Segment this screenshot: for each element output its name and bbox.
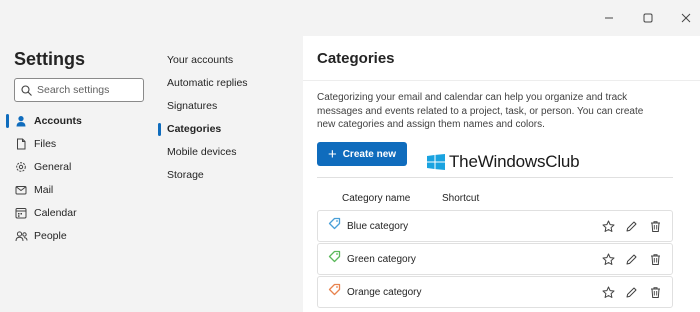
tag-icon xyxy=(328,250,341,268)
settings-nav: Settings Search settings Accounts Files … xyxy=(0,36,156,312)
tag-icon xyxy=(328,217,341,235)
category-row-blue[interactable]: Blue category xyxy=(317,210,673,242)
nav-item-label: Mail xyxy=(34,184,54,196)
delete-icon[interactable] xyxy=(648,219,662,233)
mail-icon xyxy=(14,183,28,197)
delete-icon[interactable] xyxy=(648,285,662,299)
tag-icon xyxy=(328,283,341,301)
nav-item-label: Files xyxy=(34,138,57,150)
title-bar xyxy=(0,0,700,36)
subnav-item-automatic-replies[interactable]: Automatic replies xyxy=(167,77,248,89)
column-header-category-name: Category name xyxy=(342,193,411,204)
nav-item-files[interactable]: Files xyxy=(14,135,56,153)
star-icon[interactable] xyxy=(601,219,615,233)
subnav-selection-indicator xyxy=(158,123,161,136)
search-placeholder: Search settings xyxy=(37,84,110,96)
edit-icon[interactable] xyxy=(624,252,638,266)
category-label: Orange category xyxy=(347,286,422,298)
subnav-item-categories[interactable]: Categories xyxy=(167,123,221,135)
create-new-button[interactable]: + Create new xyxy=(317,142,407,166)
nav-item-label: General xyxy=(34,161,72,173)
nav-item-general[interactable]: General xyxy=(14,158,71,176)
column-header-shortcut: Shortcut xyxy=(442,193,480,204)
watermark: TheWindowsClub xyxy=(427,152,580,172)
calendar-icon xyxy=(14,206,28,220)
nav-item-calendar[interactable]: Calendar xyxy=(14,204,77,222)
page-title: Categories xyxy=(317,50,395,67)
watermark-text: TheWindowsClub xyxy=(449,152,580,171)
plus-icon: + xyxy=(327,145,337,163)
close-icon[interactable] xyxy=(677,9,695,27)
person-icon xyxy=(14,114,28,128)
accounts-subnav: Your accounts Automatic replies Signatur… xyxy=(156,36,303,312)
category-row-orange[interactable]: Orange category xyxy=(317,276,673,308)
search-input[interactable]: Search settings xyxy=(14,78,144,102)
nav-item-label: Accounts xyxy=(34,115,82,127)
star-icon[interactable] xyxy=(601,285,615,299)
subnav-item-mobile-devices[interactable]: Mobile devices xyxy=(167,146,236,158)
nav-item-label: People xyxy=(34,230,67,242)
description-text: Categorizing your email and calendar can… xyxy=(317,92,644,130)
nav-item-accounts[interactable]: Accounts xyxy=(14,112,82,130)
nav-item-people[interactable]: People xyxy=(14,227,67,245)
settings-title: Settings xyxy=(14,49,86,69)
edit-icon[interactable] xyxy=(624,285,638,299)
people-icon xyxy=(14,229,28,243)
subnav-item-your-accounts[interactable]: Your accounts xyxy=(167,54,233,66)
minimize-icon[interactable] xyxy=(600,9,618,27)
gear-icon xyxy=(14,160,28,174)
file-icon xyxy=(14,137,28,151)
nav-item-label: Calendar xyxy=(34,207,77,219)
selection-indicator xyxy=(6,114,9,128)
categories-panel: Categories Categorizing your email and c… xyxy=(303,36,700,312)
divider xyxy=(303,80,700,81)
category-label: Green category xyxy=(347,253,416,265)
category-label: Blue category xyxy=(347,220,409,232)
divider xyxy=(317,177,673,178)
windows-logo-icon xyxy=(427,154,445,170)
maximize-icon[interactable] xyxy=(639,9,657,27)
category-row-green[interactable]: Green category xyxy=(317,243,673,275)
subnav-item-signatures[interactable]: Signatures xyxy=(167,100,217,112)
subnav-item-storage[interactable]: Storage xyxy=(167,169,204,181)
nav-item-mail[interactable]: Mail xyxy=(14,181,53,199)
delete-icon[interactable] xyxy=(648,252,662,266)
search-icon xyxy=(21,84,32,96)
edit-icon[interactable] xyxy=(624,219,638,233)
create-new-label: Create new xyxy=(342,148,397,160)
star-icon[interactable] xyxy=(601,252,615,266)
